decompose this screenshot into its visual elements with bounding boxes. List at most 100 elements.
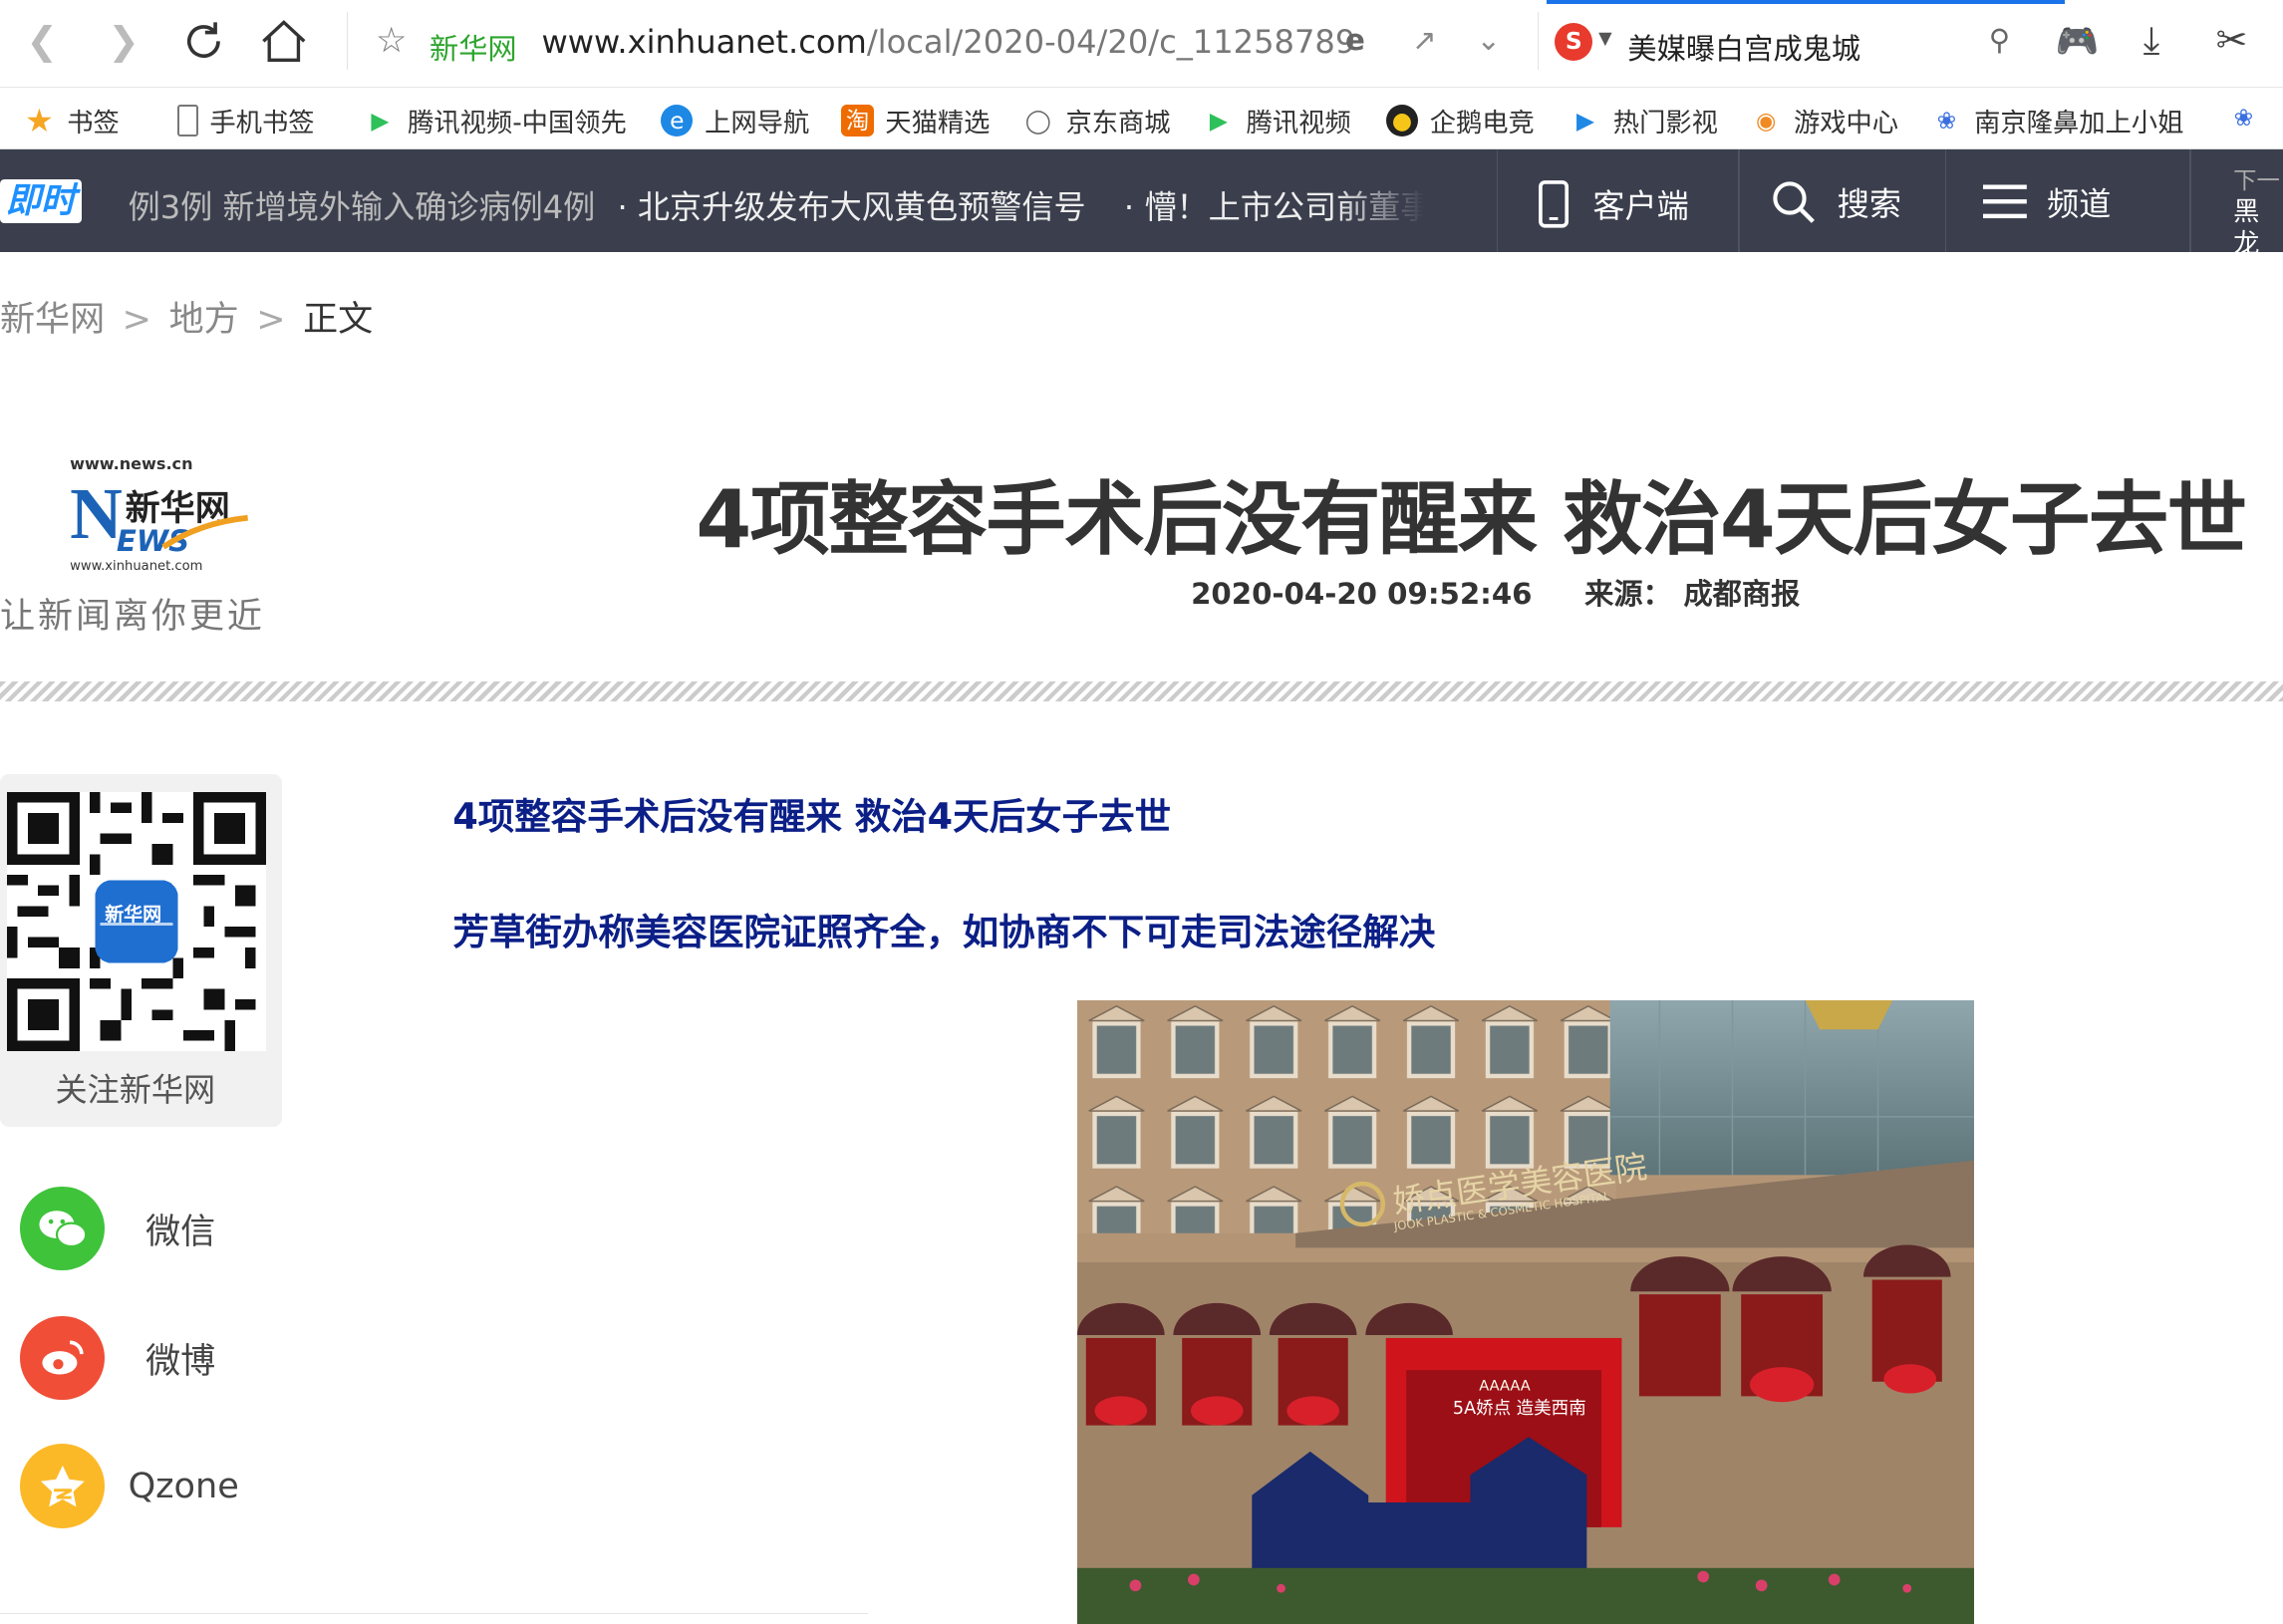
instant-news-logo: 即时 [0, 178, 82, 223]
star-icon: ★ [25, 102, 54, 140]
article-meta: 2020-04-20 09:52:46 来源： 成都商报 [1191, 571, 1800, 613]
search-query[interactable]: 美媒曝白宫成鬼城 [1627, 26, 1860, 68]
weibo-icon [20, 1315, 106, 1401]
qr-label: 关注新华网 [55, 1071, 216, 1110]
logo-n-mark: N [70, 473, 123, 555]
bookmark-star-icon[interactable]: ☆ [376, 20, 407, 61]
phone-icon [1538, 179, 1569, 228]
tencent-video-icon: ▶ [1209, 107, 1228, 135]
bookmark-item[interactable]: ❀ [2227, 102, 2271, 134]
dropdown-icon[interactable]: ⌄ [1476, 23, 1500, 57]
search-icon[interactable]: ⚲ [1989, 23, 2010, 57]
home-icon[interactable] [259, 18, 309, 65]
qzone-icon [20, 1444, 106, 1529]
bookmark-item[interactable]: ❀ 南京隆鼻加上小姐 [1930, 102, 2184, 139]
ticker-item[interactable]: · 懵！上市公司前董事 [1124, 182, 1424, 228]
share-label: 微信 [145, 1211, 216, 1252]
qr-badge-text: 新华网 [105, 903, 162, 926]
wechat-icon [20, 1186, 106, 1271]
ticker-item[interactable]: · 北京升级发布大风黄色预警信号 [617, 182, 1085, 228]
bookmark-item[interactable]: ★ 书签 [23, 102, 120, 140]
globe-icon: ◯ [1024, 107, 1051, 135]
search-button[interactable]: 搜索 [1771, 179, 1901, 226]
divider [1738, 149, 1740, 252]
baidu-paw-icon: ❀ [1936, 107, 1957, 135]
site-label: 新华网 [428, 32, 517, 67]
article-subtitle: 芳草街办称美容医院证照齐全，如协商不下可走司法途径解决 [452, 910, 1436, 953]
article-photo: 娇点医学美容医院 JOOK PLASTIC & COSMETIC HOSPITA… [1077, 999, 1975, 1624]
breadcrumb-current: 正文 [303, 299, 374, 341]
bookmark-item[interactable]: ● 企鹅电竞 [1385, 102, 1535, 139]
forward-icon[interactable]: ❯ [108, 19, 140, 63]
breadcrumb-section-link[interactable]: 地方 [169, 299, 239, 340]
breadcrumb-separator: > [122, 299, 152, 341]
back-icon[interactable]: ❮ [26, 19, 58, 63]
bookmark-item[interactable]: ▶ 腾讯视频 [1203, 102, 1351, 139]
ie-mode-icon[interactable]: e [1345, 23, 1365, 57]
bookmark-item[interactable]: ◯ 京东商城 [1022, 102, 1171, 139]
download-icon[interactable]: ⤓ [2143, 18, 2160, 63]
share-qzone[interactable]: Qzone [20, 1444, 239, 1529]
baidu-paw-icon: ❀ [2233, 104, 2254, 133]
breadcrumb-home-link[interactable]: 新华网 [0, 299, 105, 340]
source-label: 来源： [1584, 576, 1672, 611]
search-icon [1772, 181, 1815, 223]
divider [346, 11, 349, 71]
url-path: /local/2020-04/20/c_11258789 [866, 23, 1356, 62]
breadcrumb: 新华网 > 地方 > 正文 [0, 291, 373, 342]
share-label: 微博 [145, 1340, 216, 1382]
client-button[interactable]: 客户端 [1538, 179, 1689, 229]
article-subtitle: 4项整容手术后没有醒来 救治4天后女子去世 [452, 795, 1172, 839]
hatched-divider [0, 680, 2283, 702]
banner-top-text: AAAAA [1479, 1377, 1531, 1394]
banner-text: 5A娇点 造美西南 [1453, 1399, 1586, 1419]
ie-icon: e [661, 105, 694, 137]
bookmark-item[interactable]: ◉ 游戏中心 [1750, 102, 1898, 139]
divider [2189, 149, 2191, 252]
source-name[interactable]: 成都商报 [1683, 577, 1800, 611]
loading-line [1546, 0, 2065, 5]
address-bar[interactable]: www.xinhuanet.com/local/2020-04/20/c_112… [541, 23, 1355, 61]
logo-url-bottom: www.xinhuanet.com [70, 559, 203, 575]
logo-swoosh-icon [161, 515, 248, 550]
page-title: 4项整容手术后没有醒来 救治4天后女子去世 [696, 472, 2247, 567]
url-host: www.xinhuanet.com [541, 23, 867, 62]
news-ticker-bar: 即时 例3例 新增境外输入确诊病例4例 · 北京升级发布大风黄色预警信号 · 懵… [0, 149, 2283, 259]
slogan: 让新闻离你更近 [0, 596, 265, 638]
search-box[interactable]: S ▼ 美媒曝白宫成鬼城 ⚲ [1546, 0, 2065, 86]
publish-time: 2020-04-20 09:52:46 [1191, 576, 1533, 611]
menu-icon [1982, 184, 2027, 218]
channel-menu-button[interactable]: 频道 [1982, 179, 2111, 225]
xinhua-logo[interactable]: www.news.cn N 新华网 EWS www.xinhuanet.com [58, 451, 262, 582]
gamepad-icon: ◉ [1755, 107, 1777, 135]
sogou-icon[interactable]: S [1555, 23, 1593, 62]
screenshot-scissors-icon[interactable]: ✂ [2216, 18, 2248, 62]
bookmarks-bar: ★ 书签 手机书签 ▶ 腾讯视频-中国领先 e 上网导航 淘天猫精选 ◯ 京东商城 ▶ 腾… [0, 87, 2283, 150]
video-play-icon: ▶ [1576, 107, 1594, 135]
browser-toolbar: ❮ ❯ ☆ 新华网 www.xinhuanet.com/local/2020-0… [0, 0, 2283, 88]
bookmark-item[interactable]: ▶ 腾讯视频-中国领先 [364, 102, 626, 139]
bookmark-item[interactable]: 淘天猫精选 [841, 102, 990, 139]
engine-dropdown-icon[interactable]: ▼ [1598, 29, 1611, 49]
tmall-icon: 淘 [841, 105, 874, 137]
share-page-icon[interactable]: ↗ [1412, 23, 1436, 57]
reload-icon[interactable] [180, 18, 227, 65]
ticker-item[interactable]: 例3例 新增境外输入确诊病例4例 [129, 182, 596, 228]
divider [1496, 149, 1499, 252]
divider [0, 1612, 868, 1615]
game-icon[interactable]: 🎮 [2056, 20, 2100, 62]
next-article-link[interactable]: 下一 黑龙 [2233, 164, 2283, 260]
divider [1537, 11, 1540, 71]
bookmark-item[interactable]: 手机书签 [177, 102, 315, 139]
phone-icon [177, 105, 198, 137]
tencent-video-icon: ▶ [371, 107, 390, 135]
share-weibo[interactable]: 微博 [20, 1315, 216, 1401]
penguin-esports-icon: ● [1385, 105, 1418, 137]
share-label: Qzone [128, 1466, 239, 1507]
share-wechat[interactable]: 微信 [20, 1186, 216, 1271]
bookmark-item[interactable]: ▶ 热门影视 [1570, 102, 1718, 139]
logo-url-top: www.news.cn [70, 453, 193, 473]
breadcrumb-separator: > [256, 299, 286, 341]
qr-follow-box: 新华网 关注新华网 [0, 774, 283, 1127]
bookmark-item[interactable]: e 上网导航 [661, 102, 809, 139]
